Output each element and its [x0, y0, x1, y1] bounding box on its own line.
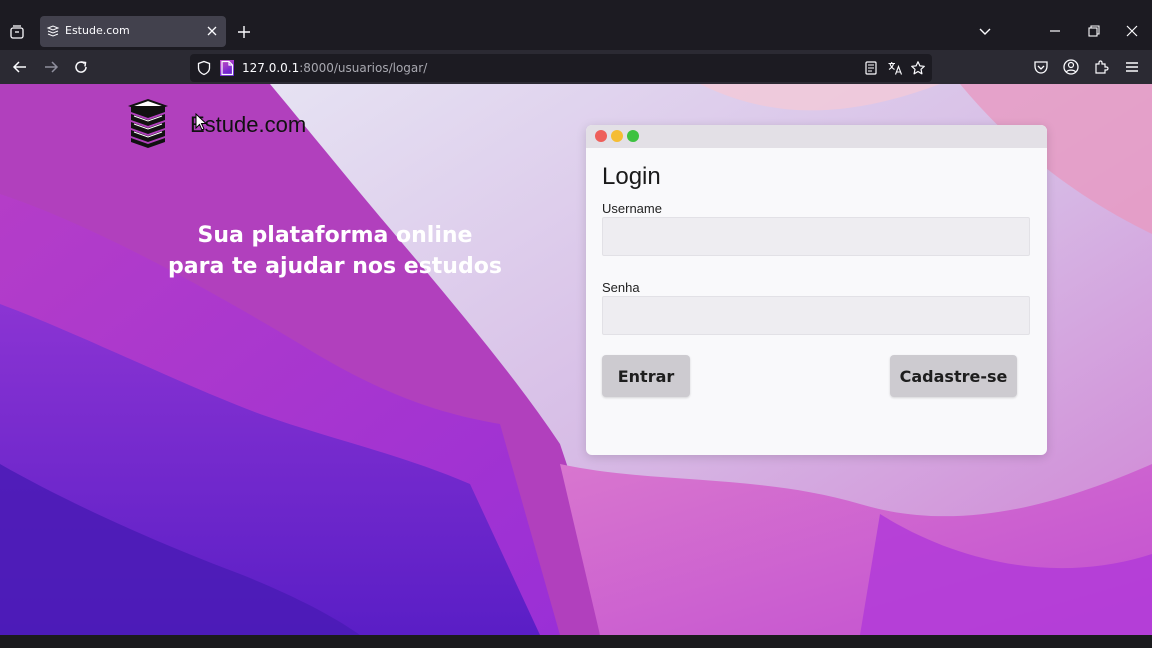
star-icon[interactable]	[910, 60, 926, 76]
url-host: 127.0.0.1	[242, 61, 300, 75]
reload-icon[interactable]	[72, 58, 90, 76]
minimize-icon[interactable]	[1047, 23, 1063, 39]
shield-icon[interactable]	[196, 60, 212, 76]
tab-list-icon[interactable]	[5, 20, 29, 44]
reader-view-icon[interactable]	[863, 60, 879, 76]
password-label: Senha	[602, 280, 640, 295]
signup-button[interactable]: Cadastre-se	[890, 355, 1017, 397]
tab-close-icon[interactable]	[205, 24, 219, 38]
login-button[interactable]: Entrar	[602, 355, 690, 397]
extensions-icon[interactable]	[1093, 58, 1111, 76]
page-content: Estude.com Sua plataforma online para te…	[0, 84, 1152, 635]
forward-icon[interactable]	[42, 58, 60, 76]
tab-strip: Estude.com	[0, 0, 1152, 50]
mouse-cursor-icon	[195, 112, 209, 133]
tab-title: Estude.com	[65, 24, 130, 37]
login-card: Login Username Senha Entrar Cadastre-se	[586, 125, 1047, 455]
card-titlebar	[586, 125, 1047, 148]
back-icon[interactable]	[11, 58, 29, 76]
green-dot-icon	[627, 130, 639, 142]
page-icon[interactable]	[220, 60, 234, 76]
tagline-line-2: para te ajudar nos estudos	[168, 254, 502, 279]
account-icon[interactable]	[1062, 58, 1080, 76]
url-bar[interactable]: 127.0.0.1:8000/usuarios/logar/	[190, 54, 932, 82]
pocket-icon[interactable]	[1032, 58, 1050, 76]
red-dot-icon	[595, 130, 607, 142]
tab-favicon-icon	[46, 24, 60, 38]
translate-icon[interactable]	[887, 60, 903, 76]
tab-estude[interactable]: Estude.com	[40, 16, 226, 47]
close-icon[interactable]	[1124, 23, 1140, 39]
navigation-bar: 127.0.0.1:8000/usuarios/logar/	[0, 50, 1152, 84]
yellow-dot-icon	[611, 130, 623, 142]
bottom-bar	[0, 635, 1152, 648]
url-text[interactable]: 127.0.0.1:8000/usuarios/logar/	[242, 61, 427, 75]
login-title: Login	[602, 163, 661, 190]
tagline-line-1: Sua plataforma online	[197, 223, 473, 248]
menu-icon[interactable]	[1123, 58, 1141, 76]
username-input[interactable]	[602, 217, 1030, 256]
url-path: :8000/usuarios/logar/	[299, 61, 428, 75]
tagline: Sua plataforma online para te ajudar nos…	[160, 220, 510, 282]
username-label: Username	[602, 201, 662, 216]
restore-icon[interactable]	[1086, 23, 1102, 39]
password-input[interactable]	[602, 296, 1030, 335]
browser-window: Estude.com 127.0.0.1:8000/usuarios/logar…	[0, 0, 1152, 648]
chevron-down-icon[interactable]	[977, 23, 993, 39]
books-logo-icon	[127, 98, 169, 148]
new-tab-icon[interactable]	[236, 24, 252, 40]
